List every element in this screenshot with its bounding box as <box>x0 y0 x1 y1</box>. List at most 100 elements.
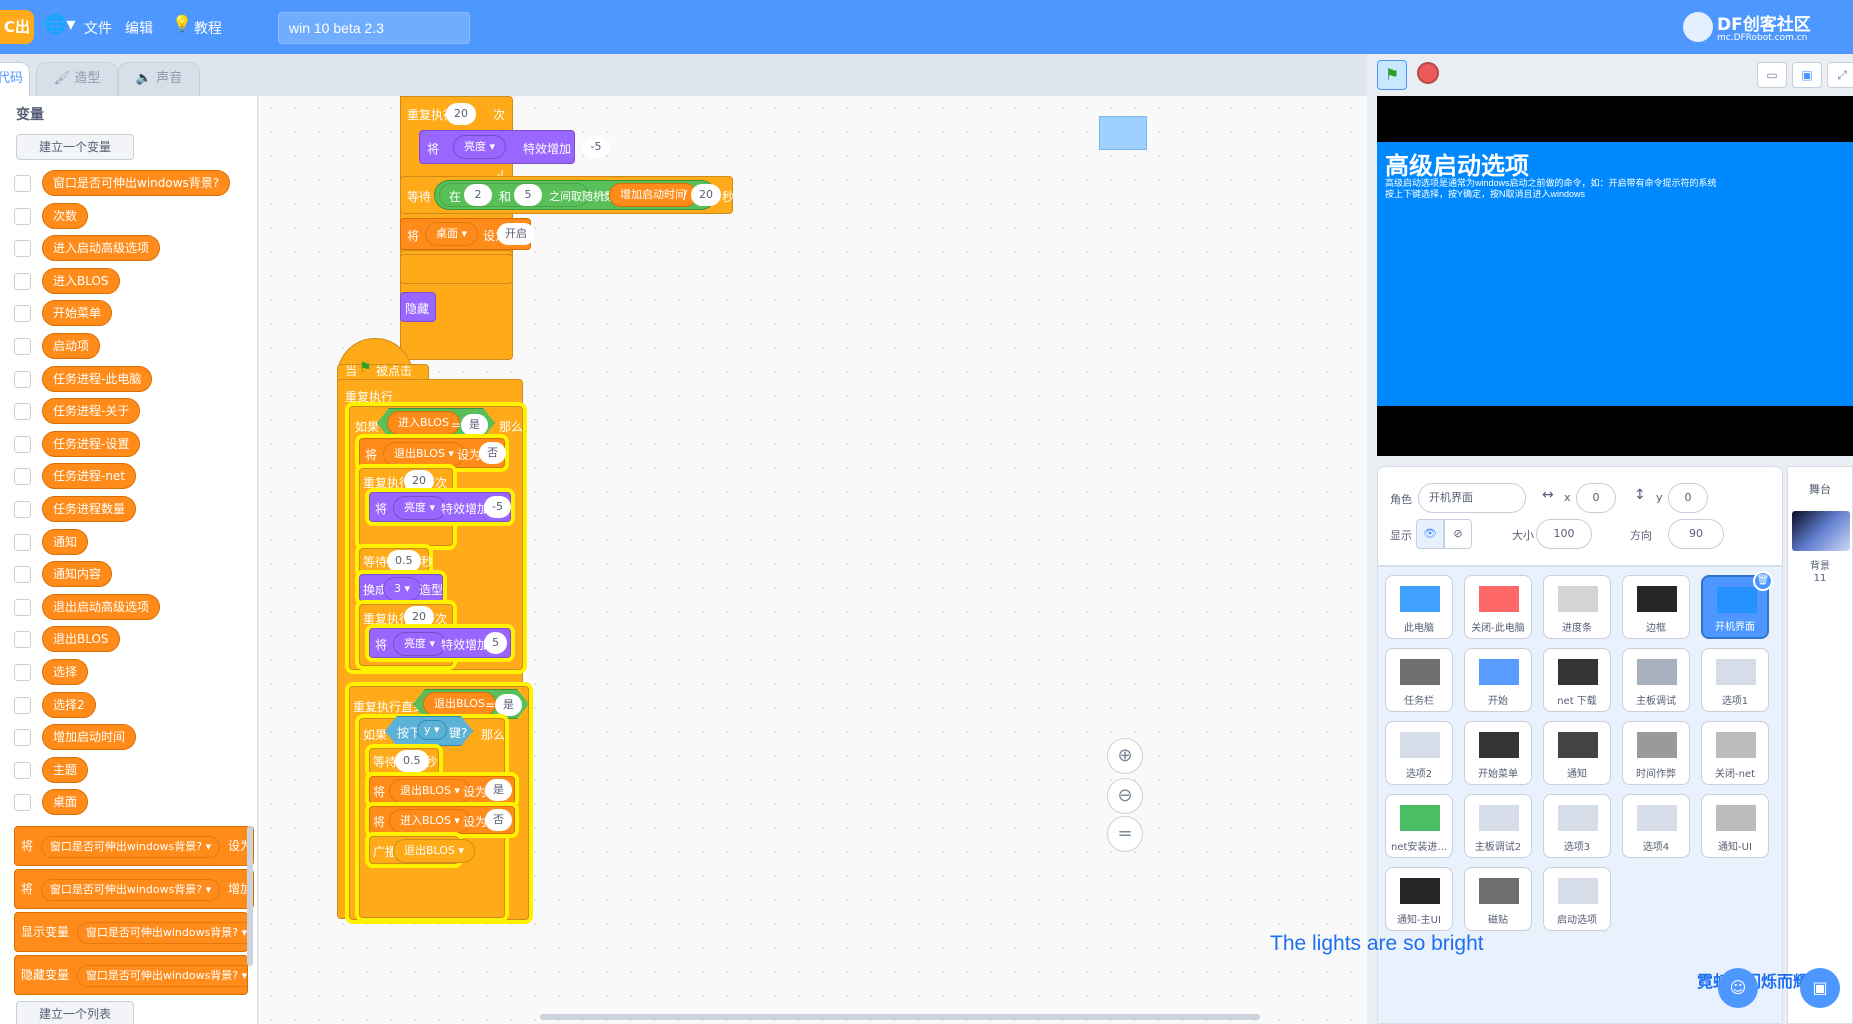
text-input[interactable]: 是 <box>495 694 522 716</box>
sprite-tile[interactable]: 开机界面 🗑 <box>1701 571 1773 639</box>
small-stage-button[interactable]: ▭ <box>1757 62 1787 88</box>
show-variable-block[interactable]: 显示变量 窗口是否可伸出windows背景? ▾ <box>14 912 248 952</box>
variable-reporter[interactable]: 通知内容 <box>42 561 113 588</box>
y-input[interactable]: 0 <box>1668 483 1708 513</box>
variable-checkbox[interactable] <box>14 794 31 812</box>
variable-reporter[interactable]: 启动项 <box>42 333 101 359</box>
variable-checkbox[interactable] <box>14 468 31 486</box>
tab-costumes[interactable]: 🖌 造型 <box>36 62 118 96</box>
sprite-tile[interactable]: 进度条 <box>1543 575 1611 639</box>
sprite-tile[interactable]: 此电脑 <box>1385 575 1453 639</box>
message-dropdown[interactable]: 退出BLOS ▾ <box>393 839 475 863</box>
app-logo[interactable]: C出 <box>0 10 34 44</box>
sprite-name-input[interactable]: 开机界面 <box>1418 483 1526 513</box>
costume-dropdown[interactable]: 3 ▾ <box>383 577 422 601</box>
variable-checkbox[interactable] <box>14 435 31 453</box>
variable-reporter[interactable]: 退出BLOS <box>42 626 120 653</box>
sprite-tile[interactable]: 选项2 <box>1385 721 1453 785</box>
key-dropdown[interactable]: y ▾ <box>417 720 447 740</box>
sprite-tile[interactable]: 选项1 <box>1701 648 1769 712</box>
sprite-tile[interactable]: 通知-UI <box>1701 794 1769 858</box>
sprite-tile[interactable]: 开始 <box>1464 648 1532 712</box>
effect-dropdown[interactable]: 亮度 ▾ <box>393 496 447 520</box>
change-variable-block[interactable]: 将 窗口是否可伸出windows背景? ▾ 增加 <box>14 869 254 909</box>
script-area[interactable]: 重复执行 20 次 将 亮度 ▾ 特效增加 -5 ↲ 等待 在 2 和 5 之间… <box>259 96 1367 1024</box>
variable-checkbox[interactable] <box>14 533 31 551</box>
variable-dropdown[interactable]: 进入BLOS ▾ <box>389 809 471 833</box>
variable-checkbox[interactable] <box>14 305 31 323</box>
number-input[interactable]: 20 <box>404 606 434 628</box>
variable-checkbox[interactable] <box>14 761 31 779</box>
text-input[interactable]: 开启 <box>497 223 535 245</box>
edit-menu[interactable]: 编辑 <box>125 18 153 38</box>
workspace-scrollbar[interactable] <box>540 1014 1260 1020</box>
text-input[interactable]: 是 <box>485 779 512 801</box>
effect-dropdown[interactable]: 亮度 ▾ <box>453 135 507 159</box>
project-title-input[interactable]: win 10 beta 2.3 <box>278 12 470 44</box>
variable-checkbox[interactable] <box>14 370 31 388</box>
variable-dropdown[interactable]: 窗口是否可伸出windows背景? ▾ <box>40 878 221 901</box>
variable-checkbox[interactable] <box>14 729 31 747</box>
number-input[interactable]: 20 <box>404 470 434 492</box>
number-input[interactable]: 20 <box>691 184 721 206</box>
add-backdrop-icon[interactable]: ▣ <box>1800 968 1840 1008</box>
sprite-tile[interactable]: net安装进... <box>1385 794 1453 858</box>
eye-off-icon[interactable]: ⊘ <box>1444 519 1472 549</box>
sprite-tile[interactable]: 开始菜单 <box>1464 721 1532 785</box>
number-input[interactable]: 0.5 <box>387 550 421 572</box>
sprite-tile[interactable]: 通知-主UI <box>1385 867 1453 931</box>
text-input[interactable]: 是 <box>461 414 488 436</box>
variable-reporter[interactable]: 选择 <box>42 659 89 685</box>
variable-dropdown[interactable]: 桌面 ▾ <box>425 222 479 246</box>
sprite-tile[interactable]: 关闭-net <box>1701 721 1769 785</box>
variable-dropdown[interactable]: 退出BLOS ▾ <box>383 442 465 466</box>
variable-checkbox[interactable] <box>14 338 31 355</box>
fullscreen-button[interactable]: ⤢ <box>1827 62 1853 88</box>
size-input[interactable]: 100 <box>1536 519 1592 549</box>
variable-checkbox[interactable] <box>14 696 31 714</box>
variable-reporter[interactable]: 窗口是否可伸出windows背景? <box>42 170 231 196</box>
sprite-tile[interactable]: 选项4 <box>1622 794 1690 858</box>
number-input[interactable]: 20 <box>446 103 476 125</box>
variable-reporter[interactable]: 桌面 <box>42 789 89 816</box>
file-menu[interactable]: 文件 <box>84 18 112 38</box>
direction-input[interactable]: 90 <box>1668 519 1724 549</box>
variable-dropdown[interactable]: 退出BLOS ▾ <box>389 779 471 803</box>
sprite-tile[interactable]: 任务栏 <box>1385 648 1453 712</box>
variable-reporter[interactable]: 通知 <box>42 528 89 555</box>
variable-checkbox[interactable] <box>14 272 31 290</box>
make-variable-button[interactable]: 建立一个变量 <box>16 134 134 160</box>
minimap[interactable] <box>1099 116 1147 150</box>
tab-code[interactable]: 代码 <box>0 62 30 96</box>
palette-scrollbar[interactable] <box>247 826 253 966</box>
variable-checkbox[interactable] <box>14 501 31 518</box>
variable-dropdown[interactable]: 窗口是否可伸出windows背景? ▾ <box>40 835 221 858</box>
tutorials-menu[interactable]: 教程 <box>194 18 222 38</box>
variable-reporter[interactable]: 增加启动时间 <box>42 724 137 751</box>
x-input[interactable]: 0 <box>1576 483 1616 513</box>
hide-variable-block[interactable]: 隐藏变量 窗口是否可伸出windows背景? ▾ <box>14 955 248 995</box>
variable-reporter[interactable]: 主题 <box>42 756 89 783</box>
variable-reporter[interactable]: 任务进程-设置 <box>42 430 141 457</box>
effect-dropdown[interactable]: 亮度 ▾ <box>393 632 447 656</box>
number-input[interactable]: 0.5 <box>395 750 429 772</box>
globe-icon[interactable]: 🌐▾ <box>44 14 75 35</box>
enter-blos-reporter[interactable]: 进入BLOS <box>387 411 460 435</box>
variable-dropdown[interactable]: 窗口是否可伸出windows背景? ▾ <box>76 964 247 987</box>
zoom-reset-icon[interactable]: = <box>1107 816 1143 852</box>
number-input[interactable]: 2 <box>464 184 492 206</box>
make-list-button[interactable]: 建立一个列表 <box>16 1001 134 1024</box>
variable-checkbox[interactable] <box>14 631 31 649</box>
sprite-tile[interactable]: 关闭-此电脑 <box>1464 575 1532 639</box>
variable-reporter[interactable]: 次数 <box>42 202 89 229</box>
number-input[interactable]: 5 <box>484 632 507 654</box>
number-input[interactable]: -5 <box>484 496 511 518</box>
stage-canvas[interactable]: 高级启动选项 高级启动选项是通常为windows启动之前做的命令，如：开启带有命… <box>1377 96 1853 456</box>
sprite-tile[interactable]: 启动选项 <box>1543 867 1611 931</box>
stage-selector[interactable]: 舞台 背景 11 <box>1787 466 1853 1024</box>
sprite-tile[interactable]: 边框 <box>1622 575 1690 639</box>
variable-checkbox[interactable] <box>14 566 31 584</box>
variable-dropdown[interactable]: 窗口是否可伸出windows背景? ▾ <box>76 921 247 944</box>
variable-reporter[interactable]: 任务进程-net <box>42 463 137 490</box>
sprite-tile[interactable]: 选项3 <box>1543 794 1611 858</box>
